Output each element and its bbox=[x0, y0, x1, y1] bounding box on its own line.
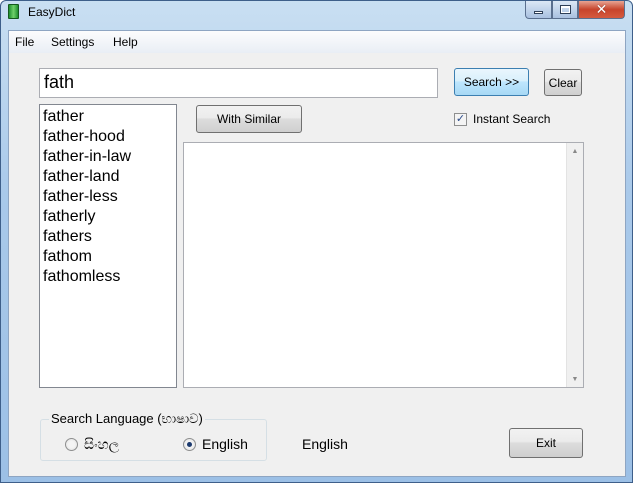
list-item[interactable]: fathom bbox=[43, 247, 173, 267]
client-area: File Settings Help fath Search >> Clear … bbox=[8, 30, 626, 477]
search-language-group: Search Language (භාෂාව) සිංහල English bbox=[40, 411, 267, 461]
minimize-button[interactable] bbox=[525, 1, 552, 19]
list-item[interactable]: fatherly bbox=[43, 207, 173, 227]
radio-english[interactable]: English bbox=[183, 436, 248, 452]
close-button[interactable]: ✕ bbox=[578, 1, 625, 19]
list-item[interactable]: fathers bbox=[43, 227, 173, 247]
maximize-button[interactable] bbox=[552, 1, 578, 19]
radio-sinhala-circle[interactable] bbox=[65, 438, 78, 451]
word-list[interactable]: father father-hood father-in-law father-… bbox=[39, 104, 177, 388]
vertical-scrollbar[interactable]: ▲ ▼ bbox=[566, 143, 583, 387]
menu-settings[interactable]: Settings bbox=[51, 35, 94, 49]
maximize-icon bbox=[559, 5, 571, 14]
app-icon bbox=[8, 4, 19, 19]
close-icon: ✕ bbox=[595, 1, 608, 17]
app-window: EasyDict ✕ File Settings Help fath Searc… bbox=[0, 0, 633, 483]
list-item[interactable]: father bbox=[43, 107, 173, 127]
current-language-label: English bbox=[302, 436, 348, 452]
instant-search-checkbox[interactable]: ✓ bbox=[454, 112, 467, 126]
scroll-down-icon[interactable]: ▼ bbox=[567, 371, 583, 387]
scroll-up-icon[interactable]: ▲ bbox=[567, 143, 583, 159]
instant-search-label: Instant Search bbox=[473, 112, 551, 126]
search-language-label: Search Language (භාෂාව) bbox=[49, 411, 205, 427]
radio-english-label: English bbox=[202, 436, 248, 452]
list-item[interactable]: father-in-law bbox=[43, 147, 173, 167]
title-bar[interactable]: EasyDict ✕ bbox=[1, 1, 632, 23]
list-item[interactable]: father-land bbox=[43, 167, 173, 187]
exit-button[interactable]: Exit bbox=[509, 428, 583, 458]
menu-file[interactable]: File bbox=[15, 35, 34, 49]
clear-button[interactable]: Clear bbox=[544, 69, 582, 96]
instant-search-toggle[interactable]: ✓ Instant Search bbox=[454, 112, 550, 126]
radio-english-circle[interactable] bbox=[183, 437, 196, 451]
definition-area[interactable]: ▲ ▼ bbox=[183, 142, 584, 388]
list-item[interactable]: father-less bbox=[43, 187, 173, 207]
radio-sinhala-label: සිංහල bbox=[84, 436, 120, 452]
menu-bar: File Settings Help bbox=[9, 31, 625, 53]
menu-help[interactable]: Help bbox=[113, 35, 138, 49]
list-item[interactable]: father-hood bbox=[43, 127, 173, 147]
radio-sinhala[interactable]: සිංහල bbox=[65, 436, 119, 453]
window-title: EasyDict bbox=[28, 5, 76, 19]
list-item[interactable]: fathomless bbox=[43, 267, 173, 287]
search-button[interactable]: Search >> bbox=[454, 68, 529, 96]
with-similar-button[interactable]: With Similar bbox=[196, 105, 302, 133]
minimize-icon bbox=[534, 11, 543, 14]
search-input[interactable]: fath bbox=[39, 68, 438, 98]
